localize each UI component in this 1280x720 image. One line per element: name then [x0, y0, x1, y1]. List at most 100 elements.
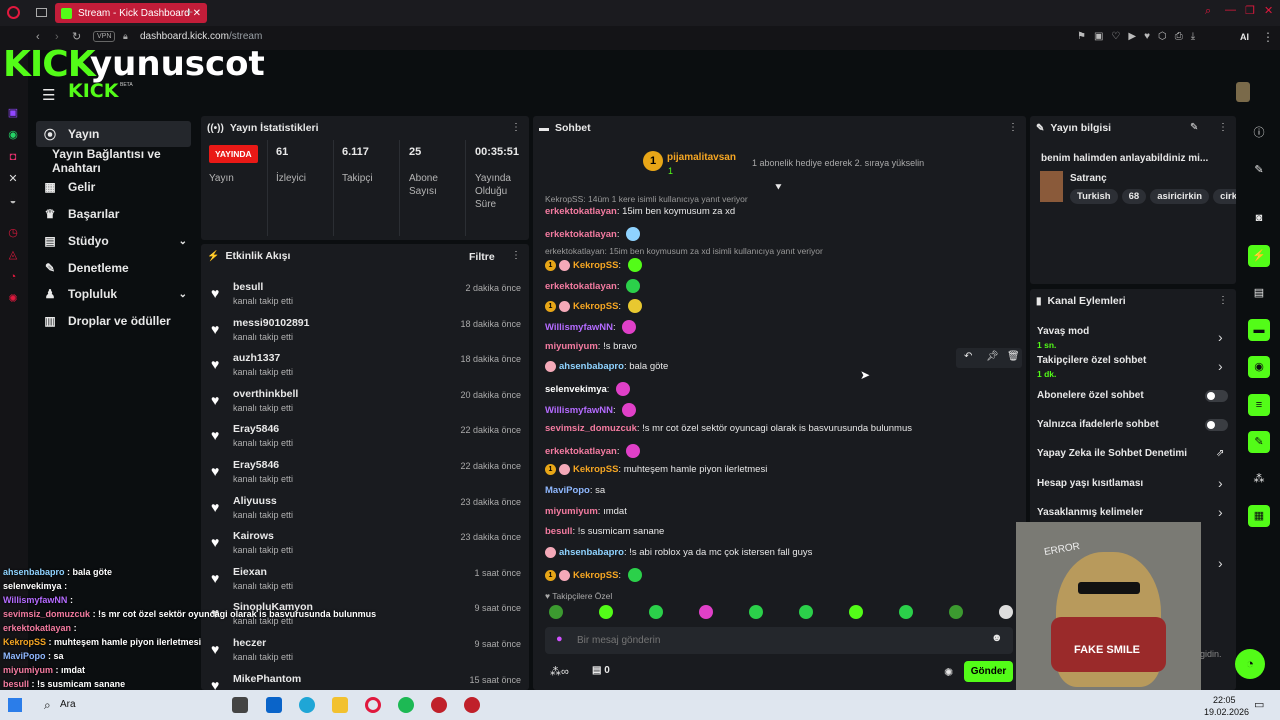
send-button[interactable]: Gönder [964, 661, 1013, 682]
chat-bubble-icon[interactable]: ◔ [6, 270, 20, 284]
pencil-icon[interactable]: ✎ [1248, 159, 1270, 181]
flow-icon[interactable]: ◬ [6, 248, 20, 262]
instagram-icon[interactable]: ◘ [6, 150, 20, 164]
mic-icon[interactable]: ● [556, 633, 563, 645]
slow-mode-row[interactable]: Yavaş mod 1 sn. [1037, 326, 1227, 350]
chat-username[interactable]: MaviPopo [545, 485, 590, 496]
chevron-down-icon[interactable]: ⌄ [179, 236, 187, 247]
share-icon[interactable]: ⁂ [1248, 468, 1270, 490]
kebab-icon[interactable]: ⋮ [1218, 295, 1228, 306]
chat-username[interactable]: sevimsiz_domuzcuk [545, 423, 637, 434]
pin-icon[interactable]: 📌︎ [986, 351, 999, 362]
chat-input[interactable] [577, 632, 977, 648]
explorer-icon[interactable] [332, 697, 348, 713]
category-name[interactable]: Satranç [1070, 173, 1107, 184]
kebab-icon[interactable]: ⋮ [511, 122, 521, 133]
chat-message[interactable]: miyumiyum: !s bravo [545, 341, 637, 352]
tag[interactable]: asiricirkin [1150, 189, 1210, 204]
emoji-icon[interactable]: ☻ [991, 632, 1003, 644]
chat-username[interactable]: KekropSS [573, 570, 618, 581]
chat-message[interactable]: 1 KekropSS: [545, 568, 642, 582]
external-link-icon[interactable]: ⇗ [1216, 448, 1224, 459]
activity-item[interactable]: ♥ besull kanalı takip etti 2 dakika önce [211, 281, 521, 317]
chat-username[interactable]: ahsenbabapro [559, 361, 624, 372]
kebab-icon[interactable]: ⋮ [1008, 122, 1018, 133]
search-tabs-icon[interactable]: ⌕ [1205, 5, 1211, 18]
pinned-gifter-name[interactable]: pijamalitavsan [667, 152, 736, 163]
stats-icon[interactable]: ≡ [1248, 394, 1270, 416]
activity-user[interactable]: MikePhantom [233, 673, 301, 685]
banned-words-row[interactable]: Yasaklanmış kelimeler [1037, 507, 1227, 518]
chat-message[interactable]: selenvekimya: [545, 382, 631, 396]
activity-item[interactable]: ♥ Eray5846 kanalı takip etti 22 dakika önce [211, 459, 521, 495]
chat-username[interactable]: KekropSS [573, 301, 618, 312]
recorder-icon[interactable] [464, 697, 480, 713]
activity-user[interactable]: heczer [233, 637, 266, 649]
opera-logo-icon[interactable] [7, 6, 20, 19]
chat-username[interactable]: besull [545, 526, 572, 537]
clock-time[interactable]: 22:05 [1213, 695, 1236, 705]
chat-message[interactable]: besull: !s susmicam sanane [545, 526, 664, 537]
chat-username[interactable]: miyumiyum [545, 341, 598, 352]
chat-message[interactable]: erkektokatlayan: 15im ben koymusum za xd [545, 206, 735, 217]
nav-denetleme[interactable]: ✎ Denetleme [36, 255, 191, 281]
chat-message[interactable]: MaviPopo: sa [545, 485, 605, 496]
emote-icon[interactable] [649, 605, 663, 619]
nav-basarilar[interactable]: ♛ Başarılar [36, 201, 191, 227]
x-icon[interactable]: ✕ [6, 172, 20, 186]
vpn-badge[interactable]: VPN [93, 31, 116, 42]
chat-username[interactable]: KekropSS [573, 260, 618, 271]
ai-moderation-row[interactable]: Yapay Zeka ile Sohbet Denetimi [1037, 448, 1227, 459]
clock-date[interactable]: 19.02.2026 [1204, 707, 1249, 717]
emote-icon[interactable] [699, 605, 713, 619]
chat-username[interactable]: WillismyfawNN [545, 405, 613, 416]
nav-topluluk[interactable]: ♟ Topluluk ⌄ [36, 281, 191, 307]
wrench-icon[interactable]: ✎ [1248, 431, 1270, 453]
discord-icon[interactable]: ◒ [6, 194, 20, 208]
chat-username[interactable]: WillismyfawNN [545, 322, 613, 333]
chat-username[interactable]: selenvekimya [545, 384, 607, 395]
emote-icon[interactable] [549, 605, 563, 619]
activity-item[interactable]: ♥ auzh1337 kanalı takip etti 18 dakika önce [211, 352, 521, 388]
reload-icon[interactable]: ↻ [72, 30, 81, 43]
activity-item[interactable]: ♥ messi90102891 kanalı takip etti 18 dakika… [211, 317, 521, 353]
activity-user[interactable]: Eray5846 [233, 459, 279, 471]
emote-icon[interactable] [849, 605, 863, 619]
scroll-down-icon[interactable]: ⯆ [774, 182, 783, 195]
chevron-right-icon[interactable]: › [1218, 358, 1223, 374]
activity-user[interactable]: messi90102891 [233, 317, 310, 329]
activity-user[interactable]: besull [233, 281, 263, 293]
new-tab-button[interactable]: + [186, 5, 193, 19]
activity-user[interactable]: overthinkbell [233, 388, 298, 400]
emote-icon[interactable] [899, 605, 913, 619]
chat-message[interactable]: miyumiyum: ımdat [545, 506, 627, 517]
chat-username[interactable]: erkektokatlayan [545, 206, 617, 217]
kick-points-icon[interactable]: ⁂∞ [550, 665, 569, 678]
activity-user[interactable]: Aliyuuss [233, 495, 277, 507]
activity-user[interactable]: auzh1337 [233, 352, 280, 364]
chat-message[interactable]: 1 KekropSS: [545, 299, 642, 313]
emote-icon[interactable] [799, 605, 813, 619]
kebab-icon[interactable]: ⋮ [511, 250, 521, 261]
chat-message[interactable]: ahsenbabapro: bala göte [545, 361, 668, 372]
chevron-right-icon[interactable]: › [1218, 329, 1223, 345]
filter-button[interactable]: Filtre [469, 251, 495, 263]
chat-username[interactable]: KekropSS [573, 464, 618, 475]
chat-message[interactable]: erkektokatlayan: [545, 444, 641, 458]
chat-input-box[interactable]: ● ☻ [545, 627, 1013, 654]
chat-username[interactable]: miyumiyum [545, 506, 598, 517]
chat-message[interactable]: 1 KekropSS: muhteşem hamle piyon ilerletm… [545, 464, 767, 475]
tag[interactable]: Turkish [1070, 189, 1118, 204]
edge-icon[interactable] [299, 697, 315, 713]
notes-icon[interactable]: ▤ [1248, 282, 1270, 304]
reply-icon[interactable]: ↶ [964, 351, 972, 362]
chat-icon[interactable]: ▬ [1248, 319, 1270, 341]
windows-start-icon[interactable] [8, 698, 22, 712]
opera-taskbar-icon[interactable] [365, 697, 381, 713]
activity-user[interactable]: Eray5846 [233, 423, 279, 435]
chat-settings-icon[interactable]: ✺ [944, 666, 953, 679]
clapper-icon[interactable]: ▦ [1248, 505, 1270, 527]
chevron-right-icon[interactable]: › [1218, 555, 1223, 571]
nav-yayin[interactable]: ⦿ Yayın [36, 121, 191, 147]
activity-item[interactable]: ♥ Eiexan kanalı takip etti 1 saat önce [211, 566, 521, 602]
